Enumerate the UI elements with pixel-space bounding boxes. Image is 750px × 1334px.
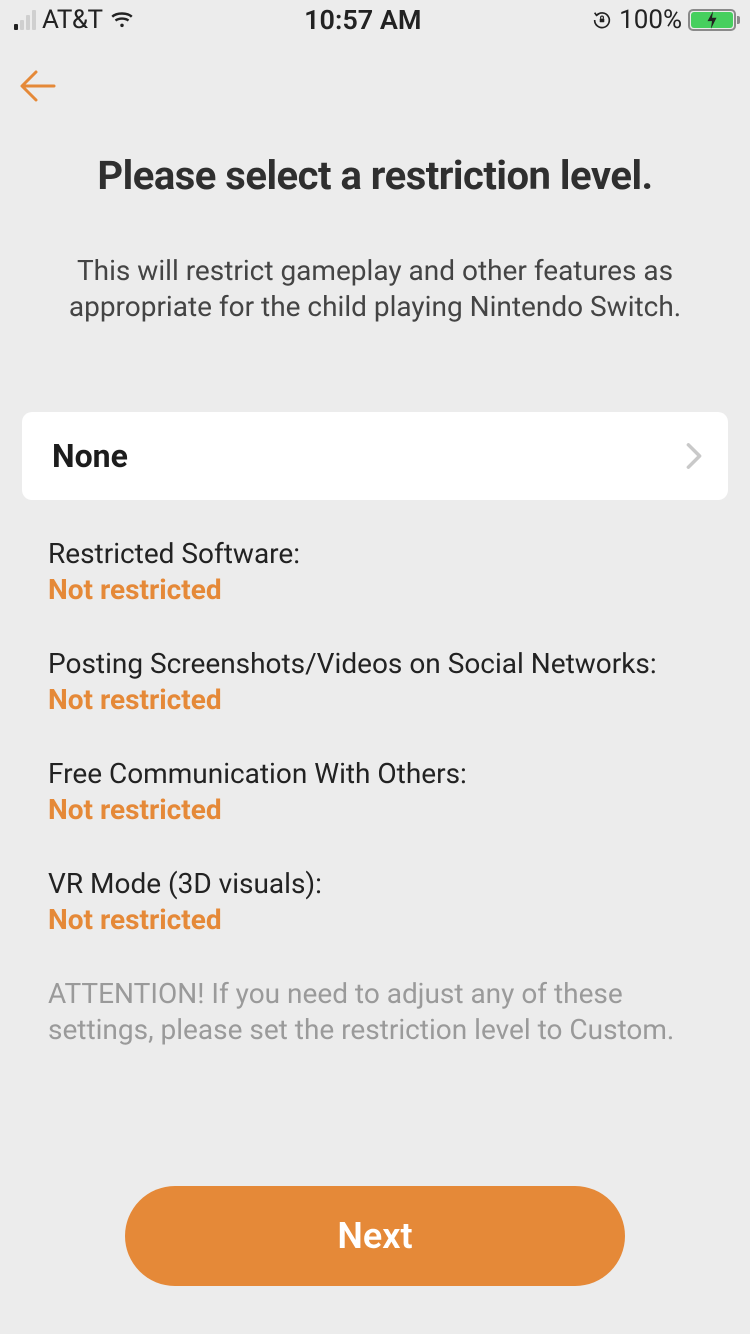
carrier-label: AT&T: [42, 5, 103, 35]
battery-icon: [688, 9, 736, 31]
footer-actions: Next: [0, 1186, 750, 1286]
battery-percent: 100%: [619, 5, 682, 35]
restriction-label: VR Mode (3D visuals):: [48, 866, 702, 901]
restriction-label: Posting Screenshots/Videos on Social Net…: [48, 646, 702, 681]
restriction-item: Restricted Software: Not restricted: [48, 536, 702, 606]
nav-bar: [0, 40, 750, 112]
restriction-level-selector[interactable]: None: [22, 412, 728, 500]
restriction-status: Not restricted: [48, 683, 702, 716]
status-left: AT&T: [14, 5, 135, 35]
next-button[interactable]: Next: [125, 1186, 625, 1286]
status-right: 100%: [591, 5, 736, 35]
back-button[interactable]: [16, 64, 60, 108]
restriction-label: Free Communication With Others:: [48, 756, 702, 791]
page-title: Please select a restriction level.: [46, 152, 704, 199]
restriction-item: Free Communication With Others: Not rest…: [48, 756, 702, 826]
status-time: 10:57 AM: [304, 4, 421, 36]
rotation-lock-icon: [591, 9, 613, 31]
page-subtitle: This will restrict gameplay and other fe…: [46, 253, 704, 326]
heading-area: Please select a restriction level. This …: [0, 112, 750, 326]
restriction-item: VR Mode (3D visuals): Not restricted: [48, 866, 702, 936]
restriction-status: Not restricted: [48, 903, 702, 936]
restriction-item: Posting Screenshots/Videos on Social Net…: [48, 646, 702, 716]
attention-note: ATTENTION! If you need to adjust any of …: [48, 976, 702, 1049]
restriction-status: Not restricted: [48, 573, 702, 606]
status-bar: AT&T 10:57 AM 100%: [0, 0, 750, 40]
wifi-icon: [109, 7, 135, 33]
restriction-level-value: None: [52, 437, 128, 475]
cell-signal-icon: [14, 10, 36, 30]
restriction-status: Not restricted: [48, 793, 702, 826]
chevron-right-icon: [684, 442, 704, 470]
restriction-label: Restricted Software:: [48, 536, 702, 571]
restriction-summary: Restricted Software: Not restricted Post…: [0, 500, 750, 1049]
